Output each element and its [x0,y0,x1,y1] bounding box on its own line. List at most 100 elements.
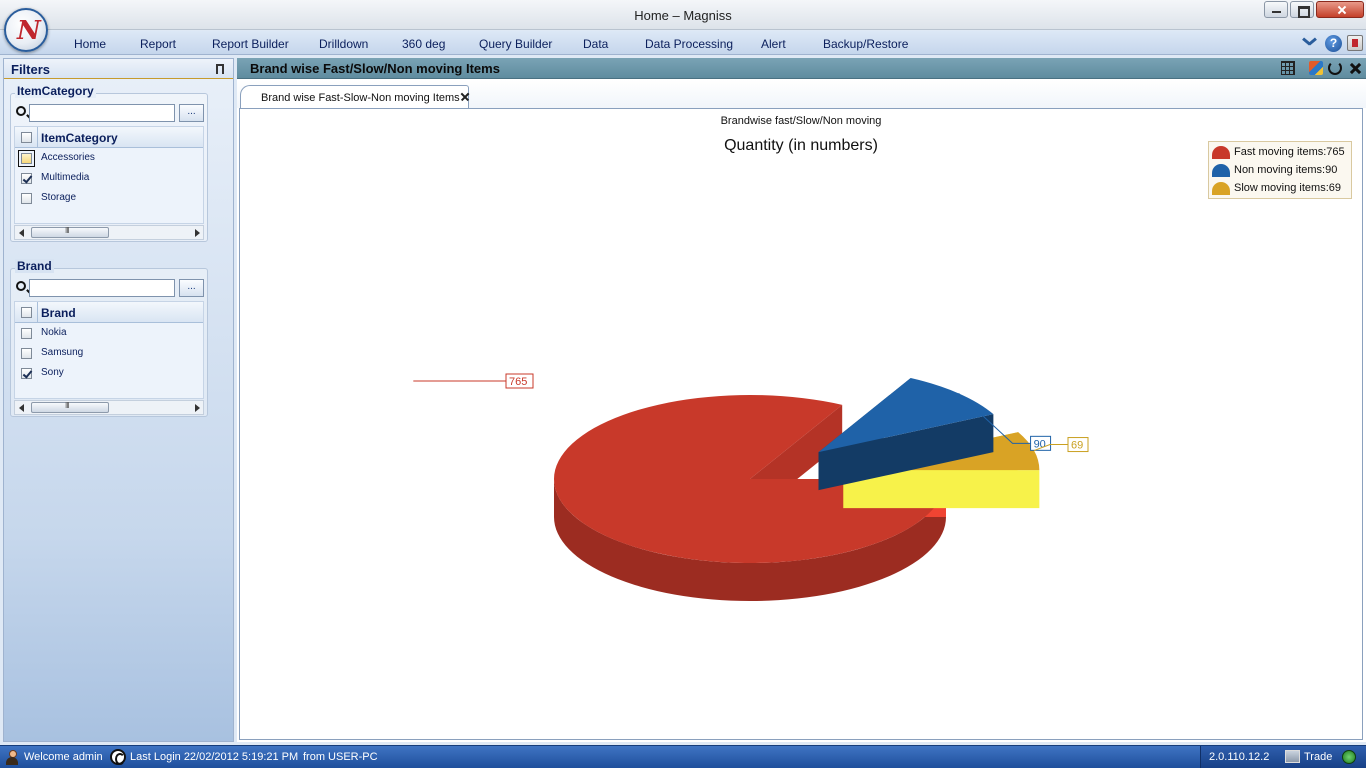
login-icon [110,749,126,765]
brand-list: Brand Nokia Samsung Sony [14,301,204,399]
menu-drilldown[interactable]: Drilldown [319,37,368,51]
brand-row-label: Sony [41,367,64,378]
itemcategory-row-label: Accessories [41,152,95,163]
menu-home[interactable]: Home [74,37,106,51]
data-label: 765 [509,376,527,388]
itemcategory-list: ItemCategory Accessories Multimedia Storag… [14,126,204,224]
menu-alert[interactable]: Alert [761,37,786,51]
brand-row[interactable]: Sony [15,364,203,384]
brand-select-all-checkbox[interactable] [21,307,32,318]
scroll-right-icon[interactable] [195,404,200,412]
title-bar: Home – Magniss [0,0,1366,30]
brand-row-checkbox[interactable] [21,328,32,339]
close-icon[interactable] [1349,61,1363,75]
legend-item-slow[interactable]: Slow moving items:69 [1212,180,1350,196]
grid-view-icon[interactable] [1281,61,1295,75]
pin-icon[interactable] [216,64,224,74]
menu-data[interactable]: Data [583,37,608,51]
itemcategory-row-checkbox[interactable] [21,193,32,204]
help-icon[interactable]: ? [1325,35,1342,52]
itemcategory-search-input[interactable] [29,104,175,122]
refresh-icon[interactable] [1328,61,1342,75]
itemcategory-row-label: Multimedia [41,172,90,183]
legend-item-fast[interactable]: Fast moving items:765 [1212,144,1350,160]
scroll-right-icon[interactable] [195,229,200,237]
menu-report-builder[interactable]: Report Builder [212,37,289,51]
chevron-down-icon[interactable] [1302,36,1318,48]
brand-column-header[interactable]: Brand [41,306,76,320]
brand-filter-group: Brand ... Brand Nokia Samsung Sony [10,259,208,417]
legend-swatch-slow [1212,182,1230,195]
itemcategory-horizontal-scrollbar[interactable] [14,225,204,240]
brand-browse-button[interactable]: ... [179,279,204,297]
menu-bar: Home Report Report Builder Drilldown 360… [0,31,1366,55]
trade-text[interactable]: Trade [1304,751,1332,763]
menu-query-builder[interactable]: Query Builder [479,37,552,51]
chart-legend: Fast moving items:765 Non moving items:9… [1208,141,1352,199]
chart-settings-icon[interactable] [1309,61,1323,75]
logo-letter: N [17,16,41,46]
brand-row-label: Nokia [41,327,67,338]
data-label: 69 [1071,440,1083,452]
tab-close-icon[interactable] [460,92,470,102]
tab-label: Brand wise Fast-Slow-Non moving Items [261,92,460,104]
filters-title: Filters [11,62,51,77]
menu-data-processing[interactable]: Data Processing [645,37,733,51]
tab-strip: Brand wise Fast-Slow-Non moving Items [237,80,1366,109]
close-window-button[interactable] [1316,1,1364,18]
version-text: 2.0.110.12.2 [1209,751,1270,763]
brand-row-label: Samsung [41,347,84,358]
itemcategory-browse-button[interactable]: ... [179,104,204,122]
scroll-left-icon[interactable] [19,404,24,412]
column-separator [37,302,38,323]
legend-swatch-non [1212,164,1230,177]
menu-report[interactable]: Report [140,37,176,51]
brand-row[interactable]: Nokia [15,324,203,344]
column-separator [37,127,38,148]
legend-swatch-fast [1212,146,1230,159]
itemcategory-row-checkbox[interactable] [18,150,35,167]
itemcategory-row[interactable]: Storage [15,189,203,209]
app-logo[interactable]: N [4,8,48,52]
pie-chart: 76590 69 [413,373,1089,601]
chart-subtitle: Brandwise fast/Slow/Non moving [720,115,882,127]
itemcategory-row-label: Storage [41,192,77,203]
brand-row-checkbox[interactable] [21,348,32,359]
scroll-left-icon[interactable] [19,229,24,237]
last-login-text: Last Login 22/02/2012 5:19:21 PM [130,751,299,763]
menu-backup-restore[interactable]: Backup/Restore [823,37,908,51]
menu-360-deg[interactable]: 360 deg [402,37,445,51]
scroll-thumb[interactable] [31,226,109,238]
brand-search-row: ... [14,279,204,297]
minimize-button[interactable] [1264,1,1288,18]
legend-label-fast: Fast moving items:765 [1234,146,1345,158]
brand-list-header: Brand [15,302,203,323]
chart-title: Quantity (in numbers) [724,137,878,154]
network-icon [1342,750,1356,764]
scroll-thumb[interactable] [31,401,109,413]
itemcategory-column-header[interactable]: ItemCategory [41,131,118,145]
brand-row[interactable]: Samsung [15,344,203,364]
page-title: Brand wise Fast/Slow/Non moving Items [250,61,500,76]
brand-horizontal-scrollbar[interactable] [14,400,204,415]
exit-icon[interactable] [1347,35,1363,51]
itemcategory-row-checkbox[interactable] [21,173,32,184]
user-icon [6,750,18,765]
itemcategory-select-all-checkbox[interactable] [21,132,32,143]
legend-label-slow: Slow moving items:69 [1234,182,1341,194]
status-bar: Welcome admin Last Login 22/02/2012 5:19… [0,745,1366,768]
main-panel: Brand wise Fast/Slow/Non moving Items Br… [237,58,1366,742]
brand-search-input[interactable] [29,279,175,297]
itemcategory-list-header: ItemCategory [15,127,203,148]
brand-row-checkbox[interactable] [21,368,32,379]
filters-header: Filters [4,59,233,79]
itemcategory-row[interactable]: Accessories [15,149,203,169]
restore-button[interactable] [1290,1,1314,18]
legend-item-non[interactable]: Non moving items:90 [1212,162,1350,178]
brand-group-label: Brand [15,259,54,273]
itemcategory-row[interactable]: Multimedia [15,169,203,189]
main-header: Brand wise Fast/Slow/Non moving Items [237,58,1366,79]
window-title: Home – Magniss [634,8,732,23]
itemcategory-group-label: ItemCategory [15,84,96,98]
tab-brand-wise[interactable]: Brand wise Fast-Slow-Non moving Items [240,85,469,109]
